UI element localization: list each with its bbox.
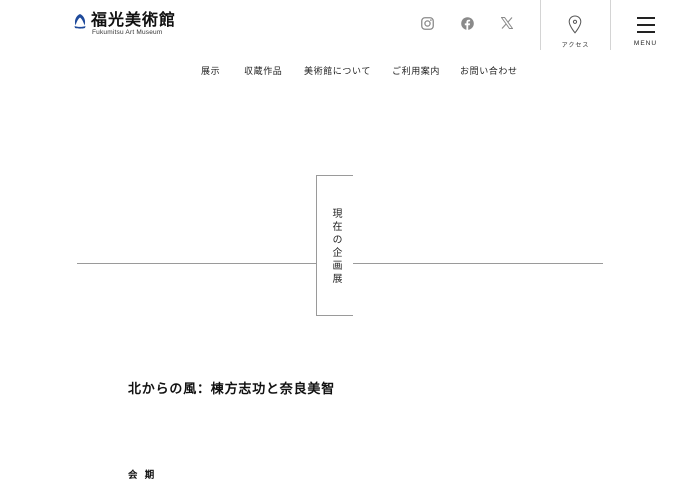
nav-item-guide[interactable]: ご利用案内 — [392, 66, 440, 78]
section-heading: 現在の企画展 — [330, 208, 341, 286]
x-link[interactable] — [499, 15, 515, 31]
access-label: アクセス — [561, 42, 590, 49]
instagram-link[interactable] — [419, 15, 435, 31]
facebook-link[interactable] — [459, 15, 475, 31]
logo-name-jp: 福光美術館 — [91, 10, 177, 29]
nav-item-about[interactable]: 美術館について — [304, 66, 371, 78]
instagram-icon — [420, 16, 434, 30]
period-label: 会 期 — [128, 470, 157, 480]
global-nav: 展示 収蔵作品 美術館について ご利用案内 お問い合わせ — [0, 66, 680, 78]
logo-text: 福光美術館 Fukumitsu Art Museum — [91, 11, 176, 37]
section-rule-left — [77, 263, 316, 264]
logo-name-en: Fukumitsu Art Museum — [92, 29, 163, 36]
logo-mark-icon — [74, 14, 86, 29]
menu-label: MENU — [633, 40, 658, 47]
section-rule-right — [353, 263, 603, 264]
hamburger-icon — [637, 31, 655, 33]
page: 福光美術館 Fukumitsu Art Museum アクセス MENU 展示 … — [0, 0, 680, 480]
section-heading-frame: 現在の企画展 — [316, 175, 353, 316]
site-logo[interactable]: 福光美術館 Fukumitsu Art Museum — [72, 11, 176, 37]
facebook-icon — [460, 16, 474, 30]
x-icon — [501, 17, 513, 29]
menu-button[interactable]: MENU — [611, 0, 680, 50]
nav-item-collection[interactable]: 収蔵作品 — [244, 66, 282, 78]
map-pin-icon — [568, 15, 582, 34]
hamburger-icon — [637, 17, 655, 19]
nav-item-contact[interactable]: お問い合わせ — [460, 66, 518, 78]
nav-item-exhibitions[interactable]: 展示 — [201, 66, 220, 78]
exhibition-title[interactable]: 北からの風：棟方志功と奈良美智 — [128, 378, 335, 397]
access-button[interactable]: アクセス — [541, 0, 610, 50]
hamburger-icon — [637, 24, 655, 26]
